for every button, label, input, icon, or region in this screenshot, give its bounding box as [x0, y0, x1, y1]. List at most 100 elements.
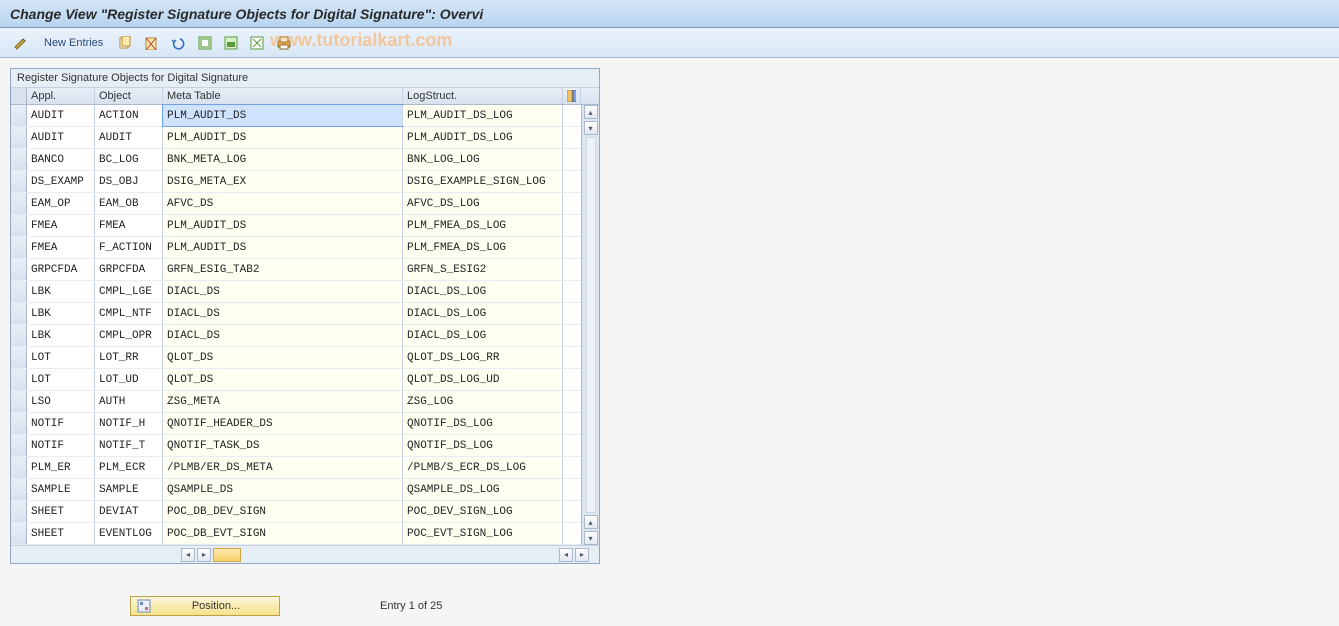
- cell-meta[interactable]: DIACL_DS: [163, 303, 403, 324]
- cell-log[interactable]: PLM_FMEA_DS_LOG: [403, 215, 563, 236]
- cell-log[interactable]: QNOTIF_DS_LOG: [403, 435, 563, 456]
- cell-appl[interactable]: GRPCFDA: [27, 259, 95, 280]
- vertical-scrollbar[interactable]: ▴ ▾ ▴ ▾: [581, 105, 599, 545]
- copy-as-icon[interactable]: [115, 33, 135, 53]
- cell-meta[interactable]: QNOTIF_TASK_DS: [163, 435, 403, 456]
- cell-log[interactable]: PLM_AUDIT_DS_LOG: [403, 127, 563, 148]
- cell-object[interactable]: CMPL_OPR: [95, 325, 163, 346]
- cell-log[interactable]: DSIG_EXAMPLE_SIGN_LOG: [403, 171, 563, 192]
- cell-object[interactable]: PLM_ECR: [95, 457, 163, 478]
- row-selector-header[interactable]: [11, 88, 27, 104]
- cell-appl[interactable]: LBK: [27, 303, 95, 324]
- column-header-meta[interactable]: Meta Table: [163, 88, 403, 104]
- cell-appl[interactable]: SAMPLE: [27, 479, 95, 500]
- select-block-icon[interactable]: [221, 33, 241, 53]
- cell-appl[interactable]: LBK: [27, 281, 95, 302]
- cell-object[interactable]: CMPL_LGE: [95, 281, 163, 302]
- scroll-right2-icon[interactable]: ▸: [575, 548, 589, 562]
- cell-meta[interactable]: POC_DB_DEV_SIGN: [163, 501, 403, 522]
- cell-meta[interactable]: QLOT_DS: [163, 369, 403, 390]
- row-selector[interactable]: [11, 281, 27, 302]
- column-header-object[interactable]: Object: [95, 88, 163, 104]
- row-selector[interactable]: [11, 149, 27, 170]
- toggle-change-icon[interactable]: [10, 33, 32, 53]
- row-selector[interactable]: [11, 369, 27, 390]
- row-selector[interactable]: [11, 479, 27, 500]
- cell-object[interactable]: FMEA: [95, 215, 163, 236]
- scroll-left2-icon[interactable]: ◂: [559, 548, 573, 562]
- cell-log[interactable]: PLM_AUDIT_DS_LOG: [403, 105, 563, 126]
- cell-log[interactable]: POC_EVT_SIGN_LOG: [403, 523, 563, 544]
- cell-meta[interactable]: QSAMPLE_DS: [163, 479, 403, 500]
- cell-appl[interactable]: LOT: [27, 369, 95, 390]
- cell-meta[interactable]: /PLMB/ER_DS_META: [163, 457, 403, 478]
- cell-object[interactable]: CMPL_NTF: [95, 303, 163, 324]
- cell-appl[interactable]: AUDIT: [27, 127, 95, 148]
- cell-object[interactable]: SAMPLE: [95, 479, 163, 500]
- new-entries-button[interactable]: New Entries: [38, 37, 109, 49]
- select-all-icon[interactable]: [195, 33, 215, 53]
- cell-object[interactable]: AUTH: [95, 391, 163, 412]
- row-selector[interactable]: [11, 303, 27, 324]
- cell-log[interactable]: POC_DEV_SIGN_LOG: [403, 501, 563, 522]
- cell-meta[interactable]: PLM_AUDIT_DS: [163, 105, 403, 126]
- scroll-down2-icon[interactable]: ▾: [584, 531, 598, 545]
- cell-log[interactable]: BNK_LOG_LOG: [403, 149, 563, 170]
- cell-object[interactable]: ACTION: [95, 105, 163, 126]
- row-selector[interactable]: [11, 435, 27, 456]
- cell-object[interactable]: AUDIT: [95, 127, 163, 148]
- cell-object[interactable]: EAM_OB: [95, 193, 163, 214]
- cell-meta[interactable]: PLM_AUDIT_DS: [163, 127, 403, 148]
- cell-meta[interactable]: GRFN_ESIG_TAB2: [163, 259, 403, 280]
- cell-object[interactable]: LOT_UD: [95, 369, 163, 390]
- cell-appl[interactable]: BANCO: [27, 149, 95, 170]
- cell-appl[interactable]: AUDIT: [27, 105, 95, 126]
- vscroll-track[interactable]: [586, 137, 596, 513]
- scroll-up2-icon[interactable]: ▴: [584, 515, 598, 529]
- scroll-up-icon[interactable]: ▴: [584, 105, 598, 119]
- cell-appl[interactable]: DS_EXAMP: [27, 171, 95, 192]
- scroll-left-icon[interactable]: ◂: [181, 548, 195, 562]
- cell-appl[interactable]: SHEET: [27, 523, 95, 544]
- cell-meta[interactable]: ZSG_META: [163, 391, 403, 412]
- row-selector[interactable]: [11, 105, 27, 126]
- deselect-all-icon[interactable]: [247, 33, 267, 53]
- cell-object[interactable]: NOTIF_T: [95, 435, 163, 456]
- cell-meta[interactable]: QLOT_DS: [163, 347, 403, 368]
- row-selector[interactable]: [11, 237, 27, 258]
- cell-meta[interactable]: AFVC_DS: [163, 193, 403, 214]
- cell-log[interactable]: /PLMB/S_ECR_DS_LOG: [403, 457, 563, 478]
- horizontal-scrollbar[interactable]: ◂ ▸: [11, 548, 559, 562]
- row-selector[interactable]: [11, 413, 27, 434]
- cell-object[interactable]: F_ACTION: [95, 237, 163, 258]
- cell-appl[interactable]: FMEA: [27, 215, 95, 236]
- cell-object[interactable]: EVENTLOG: [95, 523, 163, 544]
- cell-object[interactable]: NOTIF_H: [95, 413, 163, 434]
- cell-object[interactable]: LOT_RR: [95, 347, 163, 368]
- cell-meta[interactable]: POC_DB_EVT_SIGN: [163, 523, 403, 544]
- cell-log[interactable]: DIACL_DS_LOG: [403, 281, 563, 302]
- cell-meta[interactable]: DIACL_DS: [163, 281, 403, 302]
- cell-appl[interactable]: LOT: [27, 347, 95, 368]
- cell-log[interactable]: QLOT_DS_LOG_RR: [403, 347, 563, 368]
- cell-object[interactable]: DS_OBJ: [95, 171, 163, 192]
- delete-icon[interactable]: [141, 33, 161, 53]
- hscroll-thumb[interactable]: [213, 548, 241, 562]
- print-icon[interactable]: [273, 33, 295, 53]
- row-selector[interactable]: [11, 171, 27, 192]
- cell-log[interactable]: GRFN_S_ESIG2: [403, 259, 563, 280]
- cell-log[interactable]: QSAMPLE_DS_LOG: [403, 479, 563, 500]
- cell-appl[interactable]: FMEA: [27, 237, 95, 258]
- row-selector[interactable]: [11, 523, 27, 544]
- cell-meta[interactable]: DIACL_DS: [163, 325, 403, 346]
- cell-appl[interactable]: NOTIF: [27, 435, 95, 456]
- cell-object[interactable]: BC_LOG: [95, 149, 163, 170]
- row-selector[interactable]: [11, 215, 27, 236]
- row-selector[interactable]: [11, 193, 27, 214]
- cell-log[interactable]: AFVC_DS_LOG: [403, 193, 563, 214]
- cell-log[interactable]: ZSG_LOG: [403, 391, 563, 412]
- cell-meta[interactable]: PLM_AUDIT_DS: [163, 237, 403, 258]
- row-selector[interactable]: [11, 347, 27, 368]
- row-selector[interactable]: [11, 457, 27, 478]
- cell-log[interactable]: QLOT_DS_LOG_UD: [403, 369, 563, 390]
